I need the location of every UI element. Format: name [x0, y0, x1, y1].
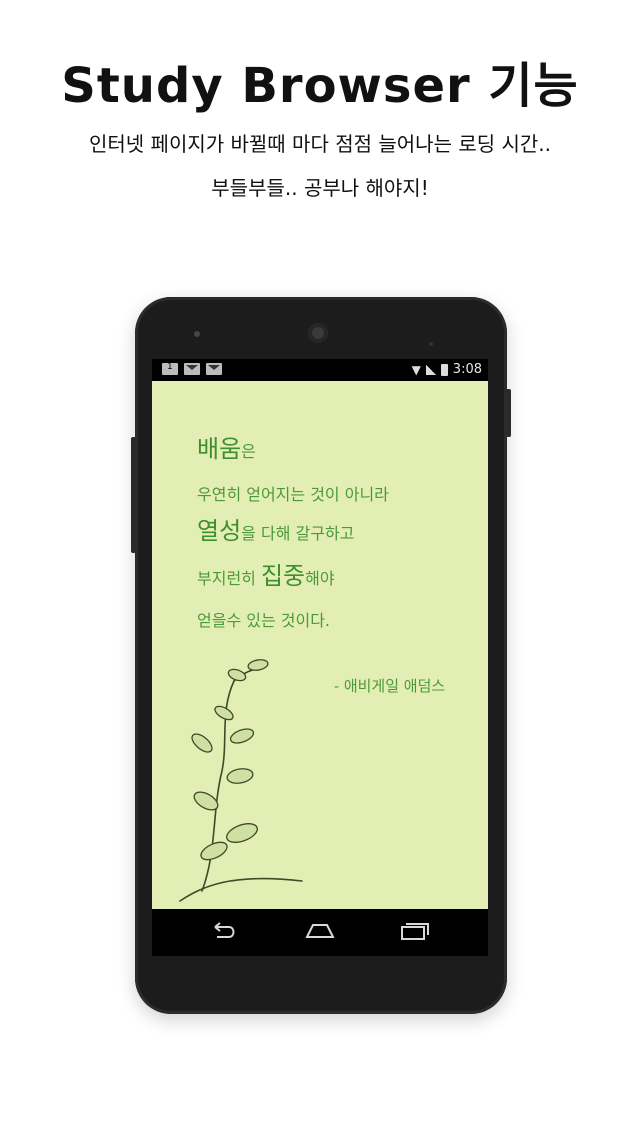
quote-line-2: 우연히 얻어지는 것이 아니라: [197, 485, 389, 504]
calendar-icon: [162, 362, 178, 375]
sprout-illustration: [179, 659, 303, 902]
quote-screen: 배움은 우연히 얻어지는 것이 아니라 열성을 다해 갈구하고 부지런히 집중해…: [152, 381, 488, 909]
navigation-bar: [152, 909, 488, 956]
phone-frame: ▼ 3:08 배움은 우연히 얻어지는 것이 아니라 열성을 다해 갈구하고 부…: [131, 297, 511, 1014]
battery-icon: [440, 363, 448, 376]
quote-author: - 애비게일 애덤스: [334, 677, 446, 695]
status-bar: ▼ 3:08: [152, 359, 488, 381]
power-button: [506, 389, 511, 437]
quote-line-4: 부지런히 집중해야: [197, 562, 335, 590]
volume-button: [131, 437, 136, 553]
email-icon: [206, 363, 222, 375]
home-icon[interactable]: [303, 919, 337, 943]
front-camera: [194, 331, 200, 337]
phone-screen: ▼ 3:08 배움은 우연히 얻어지는 것이 아니라 열성을 다해 갈구하고 부…: [152, 359, 488, 956]
recent-apps-icon[interactable]: [397, 919, 431, 943]
page-title: Study Browser 기능: [61, 58, 579, 114]
wifi-icon: ▼: [411, 362, 421, 377]
status-time: 3:08: [452, 362, 482, 377]
quote-line-3: 열성을 다해 갈구하고: [197, 517, 355, 545]
earpiece-speaker: [308, 323, 328, 343]
quote-line-5: 얻을수 있는 것이다.: [197, 611, 331, 630]
subtitle-line-1: 인터넷 페이지가 바뀔때 마다 점점 늘어나는 로딩 시간..: [88, 132, 552, 156]
proximity-sensor: [429, 331, 445, 365]
gmail-icon: [184, 363, 200, 375]
back-icon[interactable]: [207, 919, 241, 943]
subtitle-line-2: 부들부들.. 공부나 해야지!: [211, 176, 429, 200]
signal-icon: [425, 364, 436, 375]
quote-line-1: 배움은: [197, 435, 256, 463]
